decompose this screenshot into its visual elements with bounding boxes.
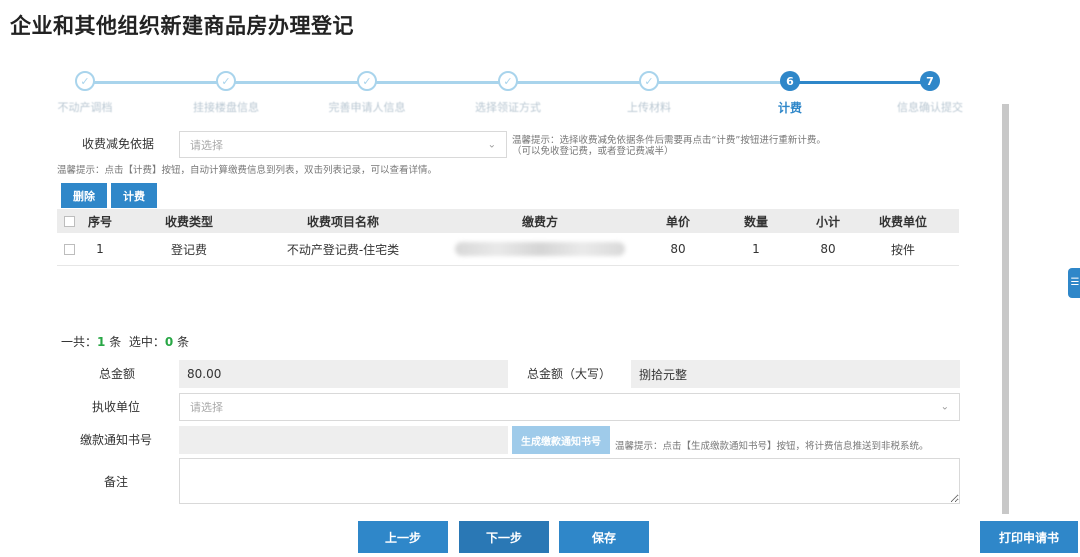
notice-number-label: 缴款通知书号 — [80, 433, 153, 447]
check-icon: ✓ — [75, 71, 95, 91]
check-icon: ✓ — [216, 71, 236, 91]
step-label: 完善申请人信息 — [328, 101, 406, 114]
total-amount-field: 80.00 — [179, 360, 508, 388]
col-header: 单价 — [665, 214, 690, 229]
step-5[interactable]: ✓ 上传材料 — [579, 68, 719, 115]
selected-count: 0 — [164, 335, 174, 349]
check-icon: ✓ — [357, 71, 377, 91]
step-label: 不动产调档 — [57, 101, 113, 114]
cell-index: 1 — [96, 242, 104, 256]
fee-basis-tip-line1: 温馨提示：选择收费减免依据条件后需要再点击“计费”按钮进行重新计费。 — [512, 135, 826, 146]
progress-stepper: ✓ 不动产调档 ✓ 挂接楼盘信息 ✓ 完善申请人信息 ✓ 选择领证方式 ✓ 上传… — [40, 68, 970, 118]
step-3[interactable]: ✓ 完善申请人信息 — [297, 68, 437, 115]
notice-tip: 温馨提示：点击【生成缴款通知书号】按钮，将计费信息推送到非税系统。 — [615, 441, 929, 452]
col-header: 数量 — [743, 214, 768, 229]
col-header: 缴费方 — [521, 214, 558, 229]
step-number: 7 — [920, 71, 940, 91]
step-label: 挂接楼盘信息 — [193, 101, 259, 114]
total-upper-label: 总金额（大写） — [527, 367, 612, 381]
calc-tip: 温馨提示：点击【计费】按钮，自动计算缴费信息到列表，双击列表记录，可以查看详情。 — [57, 165, 438, 176]
total-suffix: 条 — [109, 335, 122, 349]
col-header: 收费单位 — [878, 214, 927, 229]
step-1[interactable]: ✓ 不动产调档 — [15, 68, 155, 115]
step-label: 计费 — [777, 101, 802, 115]
delete-button[interactable]: 删除 — [61, 183, 107, 208]
step-label: 信息确认提交 — [897, 101, 963, 114]
step-2[interactable]: ✓ 挂接楼盘信息 — [156, 68, 296, 115]
save-button[interactable]: 保存 — [559, 521, 649, 553]
collector-placeholder: 请选择 — [190, 401, 223, 414]
next-step-button[interactable]: 下一步 — [459, 521, 549, 553]
cell-fee-type: 登记费 — [170, 242, 207, 257]
fee-basis-label: 收费减免依据 — [82, 137, 155, 151]
blurred-payer — [455, 242, 625, 256]
col-header: 收费项目名称 — [306, 214, 379, 229]
step-6[interactable]: 6 计费 — [720, 68, 860, 116]
side-menu-icon[interactable]: ☰ — [1068, 268, 1080, 298]
step-7[interactable]: 7 信息确认提交 — [860, 68, 1000, 115]
table-header: 序号 收费类型 收费项目名称 缴费方 单价 数量 小计 收费单位 — [57, 209, 959, 233]
cell-subtotal: 80 — [820, 242, 836, 256]
total-amount-label: 总金额 — [99, 367, 136, 381]
table-row[interactable]: 1 登记费 不动产登记费-住宅类 80 1 80 按件 — [57, 233, 959, 266]
chevron-down-icon: ⌄ — [940, 401, 949, 413]
total-prefix: 一共： — [61, 335, 98, 349]
step-label: 选择领证方式 — [475, 101, 541, 114]
col-header: 收费类型 — [164, 214, 213, 229]
step-number: 6 — [780, 71, 800, 91]
fee-basis-tip-line2: （可以免收登记费，或者登记费减半） — [512, 146, 674, 157]
cell-payer — [427, 242, 653, 256]
step-label: 上传材料 — [627, 101, 671, 114]
remark-label: 备注 — [104, 475, 129, 489]
fee-table: 序号 收费类型 收费项目名称 缴费方 单价 数量 小计 收费单位 1 登记费 不… — [57, 209, 959, 266]
step-4[interactable]: ✓ 选择领证方式 — [438, 68, 578, 115]
notice-number-field — [179, 426, 508, 454]
page-title: 企业和其他组织新建商品房办理登记 — [10, 14, 354, 38]
row-checkbox[interactable] — [63, 243, 75, 255]
check-icon: ✓ — [639, 71, 659, 91]
selected-prefix: 选中： — [128, 335, 165, 349]
col-header: 小计 — [815, 214, 840, 229]
record-summary: 一共：1 条 选中：0 条 — [61, 333, 189, 350]
vertical-scrollbar[interactable] — [1002, 104, 1009, 514]
generate-notice-button[interactable]: 生成缴款通知书号 — [512, 426, 610, 454]
cell-qty: 1 — [752, 242, 760, 256]
check-icon: ✓ — [498, 71, 518, 91]
fee-basis-select[interactable]: 请选择 ⌄ — [179, 131, 507, 158]
collector-select[interactable]: 请选择 ⌄ — [179, 393, 960, 421]
select-all-checkbox[interactable] — [63, 215, 75, 227]
print-application-button[interactable]: 打印申请书 — [980, 521, 1078, 553]
cell-unit: 按件 — [890, 242, 915, 257]
calc-button[interactable]: 计费 — [111, 183, 157, 208]
collector-label: 执收单位 — [92, 400, 141, 414]
remark-textarea[interactable] — [179, 458, 960, 504]
cell-price: 80 — [670, 242, 686, 256]
total-count: 1 — [97, 335, 106, 349]
fee-basis-tip: 温馨提示：选择收费减免依据条件后需要再点击“计费”按钮进行重新计费。 （可以免收… — [512, 135, 826, 157]
fee-basis-placeholder: 请选择 — [190, 138, 223, 152]
col-header: 序号 — [87, 214, 112, 229]
chevron-down-icon: ⌄ — [487, 139, 496, 150]
total-upper-field: 捌拾元整 — [631, 360, 960, 388]
selected-suffix: 条 — [177, 335, 190, 349]
cell-item-name: 不动产登记费-住宅类 — [286, 242, 400, 257]
prev-step-button[interactable]: 上一步 — [358, 521, 448, 553]
